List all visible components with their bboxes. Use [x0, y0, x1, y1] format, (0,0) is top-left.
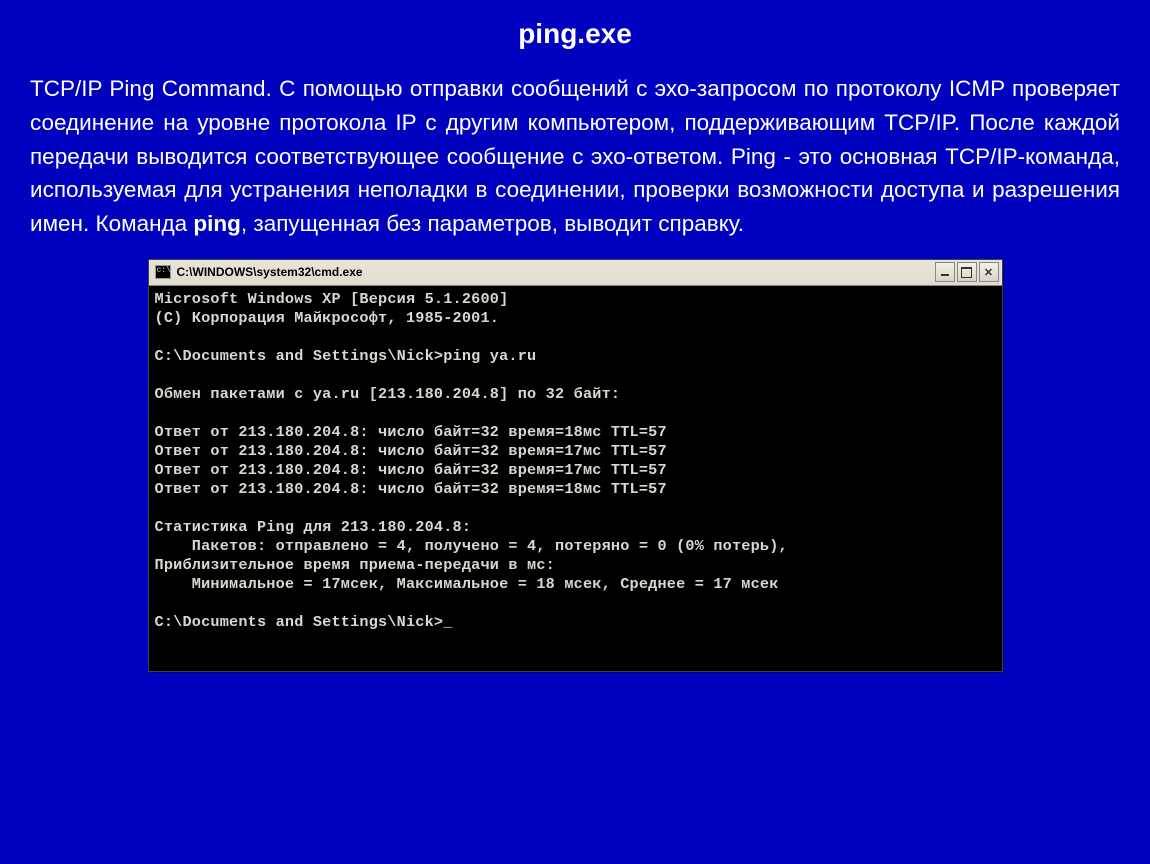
- page-title: ping.exe: [30, 18, 1120, 50]
- close-button[interactable]: [979, 262, 999, 282]
- cmd-window: C:\WINDOWS\system32\cmd.exe Microsoft Wi…: [148, 259, 1003, 672]
- cmd-icon: [155, 265, 171, 279]
- paragraph-post: , запущенная без параметров, выводит спр…: [241, 211, 744, 236]
- description-paragraph: TCP/IP Ping Command. С помощью отправки …: [30, 72, 1120, 241]
- cmd-output: Microsoft Windows XP [Версия 5.1.2600] (…: [149, 286, 1002, 671]
- minimize-button[interactable]: [935, 262, 955, 282]
- maximize-button[interactable]: [957, 262, 977, 282]
- window-buttons: [935, 262, 999, 282]
- cmd-title-text: C:\WINDOWS\system32\cmd.exe: [177, 265, 935, 279]
- cmd-titlebar: C:\WINDOWS\system32\cmd.exe: [149, 260, 1002, 286]
- paragraph-bold: ping: [193, 211, 240, 236]
